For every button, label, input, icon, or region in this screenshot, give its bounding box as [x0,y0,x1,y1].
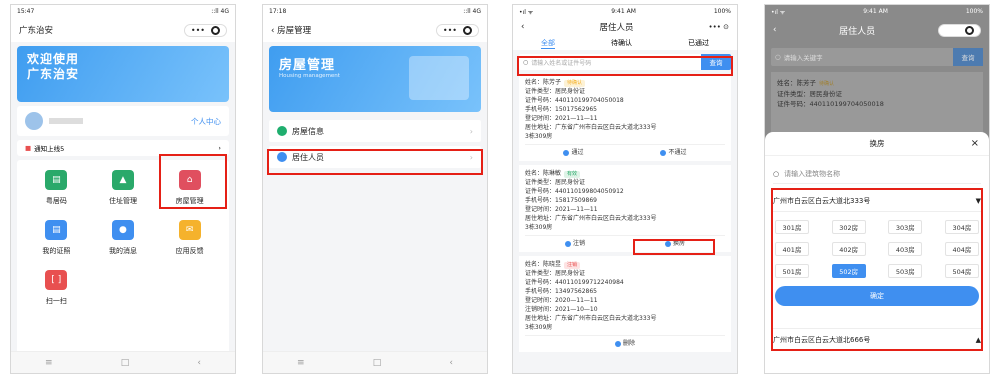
approve-button[interactable]: 通过 [563,148,584,157]
home-icon[interactable]: □ [121,358,130,368]
search-input[interactable]: 请输入关键字 [784,52,823,62]
feedback-icon: ✉ [178,220,201,240]
close-icon[interactable]: × [971,138,979,149]
reject-button[interactable]: 不通过 [660,148,687,157]
close-icon[interactable] [964,25,974,35]
tab-all[interactable]: 全部 [541,38,555,49]
speaker-icon: ■ [25,144,32,152]
search-icon: ○ [775,53,781,61]
highlight-box [633,239,715,255]
grid-item-license[interactable]: ▤ 我的证照 [26,220,86,256]
system-nav: ≡ □ ‹ [263,351,487,373]
page-title: 广东治安 [19,26,54,36]
house-info-icon [277,126,287,136]
location-icon: ▲ [111,170,134,190]
capsule-menu[interactable]: ••• [937,23,981,37]
user-card[interactable]: 个人中心 [17,106,229,136]
grid-item-yueju[interactable]: ▤ 粤居码 [26,170,86,206]
status-badge: 有效 [564,171,581,178]
chevron-right-icon: › [218,144,221,152]
home-icon[interactable]: □ [373,358,382,368]
chevron-right-icon: › [469,126,473,136]
page-title: 居住人员 [599,23,634,33]
illustration [409,56,469,100]
close-icon[interactable] [211,25,220,35]
status-bar: •ıl ᯤ 9:41 AM 100% [765,5,989,18]
avatar [25,112,43,130]
close-icon[interactable] [463,25,472,35]
status-bar: 15:47::ll 4G [11,5,235,18]
grid-item-messages[interactable]: ● 我的消息 [93,220,153,256]
building-input[interactable]: 请输入建筑物名称 [784,169,840,179]
status-bar: •ıl ᯤ 9:41 AM 100% [513,5,737,18]
capsule-menu[interactable]: ••• [183,23,227,37]
user-center-link[interactable]: 个人中心 [191,116,221,127]
scan-icon: [ ] [45,270,68,290]
grid-item-scan[interactable]: [ ] 扫一扫 [26,270,86,306]
highlight-box [267,149,483,175]
highlight-box [517,56,733,76]
more-icon[interactable]: ••• ⊙ [709,23,729,31]
menu-icon[interactable]: ≡ [297,358,305,368]
nav-bar: ‹ 居住人员 ••• [765,18,989,42]
back-icon[interactable]: ‹ [449,358,453,368]
building-search[interactable]: ○ 请输入建筑物名称 [773,164,981,184]
search-button[interactable]: 查询 [953,48,983,66]
welcome-banner: 欢迎使用 广东治安 [17,46,229,102]
highlight-box [159,154,227,209]
status-badge: 待确认 [819,81,835,87]
grid-item-address[interactable]: ▲ 住址管理 [93,170,153,206]
status-bar: 17:18::ll 4G [263,5,487,18]
search-bar[interactable]: ○ 请输入关键字 查询 [771,48,983,66]
status-badge: 注销 [564,262,581,269]
background-card: 姓名：陈芳子 待确认 证件类型：居民身份证 证件号码：440110199704050… [771,72,983,132]
username-blurred [49,118,83,124]
nav-bar: ‹ 房屋管理 ••• [263,18,487,42]
capsule-menu[interactable]: ••• [435,23,479,37]
notice-text: 通知上线5 [34,145,65,153]
grid-item-feedback[interactable]: ✉ 应用反馈 [160,220,220,256]
resident-card: 姓名：陈晓昱 注销 证件类型：居民身份证 证件号码：4401101997122409… [519,256,731,352]
sheet-title: 换房 [869,139,885,148]
phone-housing: 17:18::ll 4G ‹ 房屋管理 ••• 房屋管理 Housing mana… [262,4,488,374]
menu-icon[interactable]: ≡ [45,358,53,368]
cancel-residence-button[interactable]: 注销 [564,239,585,248]
banner-line1: 欢迎使用 [27,52,80,66]
highlight-box [771,188,983,351]
bell-icon: ● [111,220,134,240]
phone-residents: •ıl ᯤ 9:41 AM 100% ‹ 居住人员 ••• ⊙ 全部 待确认 已通过 ○… [512,4,738,374]
phone-change-room: •ıl ᯤ 9:41 AM 100% ‹ 居住人员 ••• ○ 请输入关键字 查询 姓名：陈… [764,4,990,374]
license-icon: ▤ [45,220,68,240]
delete-button[interactable]: 删除 [614,339,635,348]
banner-line2: 广东治安 [27,67,80,81]
back-chevron-icon[interactable]: ‹ [773,25,776,35]
nav-bar: ‹ 居住人员 ••• ⊙ [513,18,737,36]
page-title: 房屋管理 [277,26,312,36]
tab-pending[interactable]: 待确认 [611,38,632,48]
back-chevron-icon[interactable]: ‹ [521,22,524,32]
back-icon[interactable]: ‹ [197,358,201,368]
page-title: 居住人员 [839,26,876,37]
row-house-info[interactable]: 房屋信息 › [269,120,481,142]
phone-home: 15:47::ll 4G 广东治安 ••• 欢迎使用 广东治安 个人中心 ■ 通知上… [10,4,236,374]
system-nav: ≡ □ ‹ [11,351,235,373]
tab-approved[interactable]: 已通过 [688,38,709,48]
housing-banner: 房屋管理 Housing management [269,46,481,112]
nav-bar: 广东治安 ••• [11,18,235,42]
filter-tabs: 全部 待确认 已通过 [513,36,737,50]
id-card-icon: ▤ [45,170,68,190]
search-icon: ○ [773,169,780,178]
resident-card: 姓名：陈芳子 待确认 证件类型：居民身份证 证件号码：440110199704050… [519,74,731,161]
status-badge: 待确认 [564,80,586,87]
